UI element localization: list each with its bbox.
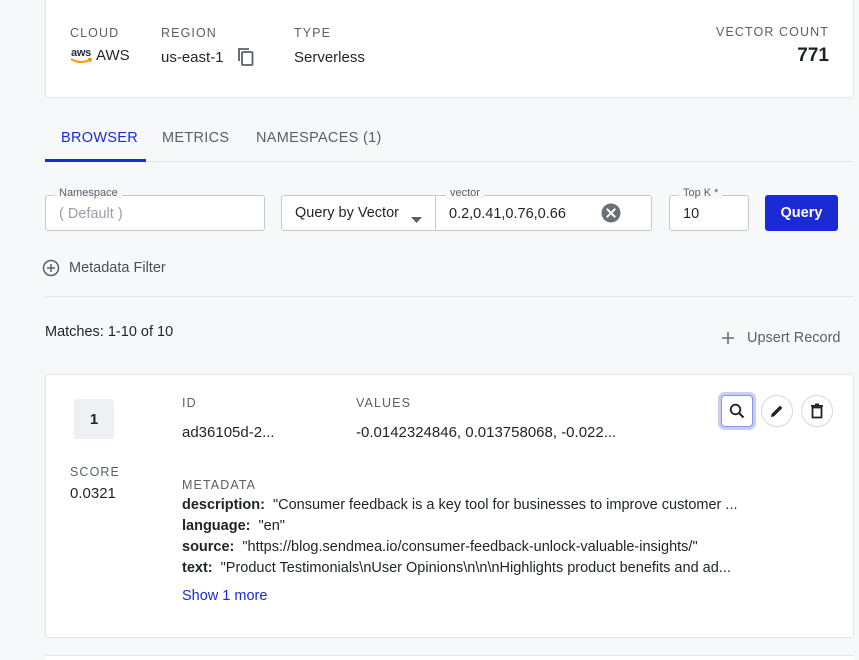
rank-badge: 1 [74, 399, 114, 439]
metadata-row: language: "en" [182, 518, 782, 534]
metadata-key: language: [182, 518, 251, 534]
values-value: -0.0142324846, 0.013758068, -0.022... [356, 424, 617, 441]
vector-field-label: vector [446, 187, 484, 199]
metadata-filter-label: Metadata Filter [69, 260, 166, 276]
aws-logo-icon: aws [70, 47, 92, 64]
id-value: ad36105d-2... [182, 424, 275, 441]
metadata-row: source: "https://blog.sendmea.io/consumer… [182, 539, 782, 555]
namespace-placeholder: ( Default ) [59, 206, 123, 222]
search-icon [729, 403, 745, 419]
trash-icon [810, 403, 824, 419]
values-label: VALUES [356, 396, 412, 410]
plus-icon [721, 331, 735, 345]
score-value: 0.0321 [70, 485, 116, 502]
clear-input-icon[interactable] [601, 203, 621, 228]
matches-count: Matches: 1-10 of 10 [45, 324, 174, 340]
namespace-field-label: Namespace [55, 187, 122, 199]
id-label: ID [182, 396, 197, 410]
metadata-row: text: "Product Testimonials\nUser Opinion… [182, 560, 782, 576]
region-label: REGION [161, 26, 217, 40]
upsert-record-label: Upsert Record [747, 330, 841, 346]
tab-namespaces[interactable]: NAMESPACES (1) [256, 130, 382, 146]
type-value: Serverless [294, 49, 365, 66]
delete-record-button[interactable] [801, 395, 833, 427]
edit-record-button[interactable] [761, 395, 793, 427]
metadata-key: source: [182, 539, 235, 555]
dropdown-arrow-icon [411, 210, 422, 228]
vector-value: 0.2,0.41,0.76,0.66 [449, 206, 566, 222]
topk-value: 10 [683, 206, 700, 222]
show-more-link[interactable]: Show 1 more [182, 588, 267, 604]
cloud-value-text: AWS [96, 47, 130, 64]
add-circle-icon [42, 259, 60, 277]
metadata-value: "Consumer feedback is a key tool for bus… [272, 497, 738, 513]
topk-input[interactable] [669, 195, 749, 231]
metadata-row: description: "Consumer feedback is a key … [182, 497, 782, 513]
metadata-filter-button[interactable]: Metadata Filter [42, 259, 166, 277]
query-mode-value: Query by Vector [295, 205, 399, 221]
topk-field-label: Top K * [679, 187, 723, 199]
type-label: TYPE [294, 26, 332, 40]
metadata-key: description: [182, 497, 265, 513]
filter-divider [45, 296, 854, 297]
next-result-card-edge [45, 655, 854, 660]
pencil-icon [769, 403, 785, 419]
metadata-key: text: [182, 560, 213, 576]
tab-metrics[interactable]: METRICS [162, 130, 229, 146]
vector-count-value: 771 [797, 45, 829, 66]
vector-count-label: VECTOR COUNT [716, 25, 829, 39]
cloud-label: CLOUD [70, 26, 120, 40]
copy-icon[interactable] [237, 47, 255, 72]
tab-browser[interactable]: BROWSER [61, 130, 138, 146]
metadata-value: "en" [258, 518, 285, 534]
region-value: us-east-1 [161, 49, 224, 66]
score-label: SCORE [70, 465, 120, 479]
metadata-value: "Product Testimonials\nUser Opinions\n\n… [220, 560, 731, 576]
tabs-divider [45, 161, 854, 162]
search-record-button[interactable] [721, 395, 753, 427]
metadata-value: "https://blog.sendmea.io/consumer-feedba… [242, 539, 698, 555]
active-tab-indicator [45, 159, 146, 162]
metadata-label: METADATA [182, 478, 257, 492]
upsert-record-button[interactable]: Upsert Record [721, 330, 840, 346]
cloud-value: aws AWS [70, 47, 130, 64]
query-button[interactable]: Query [765, 195, 838, 231]
